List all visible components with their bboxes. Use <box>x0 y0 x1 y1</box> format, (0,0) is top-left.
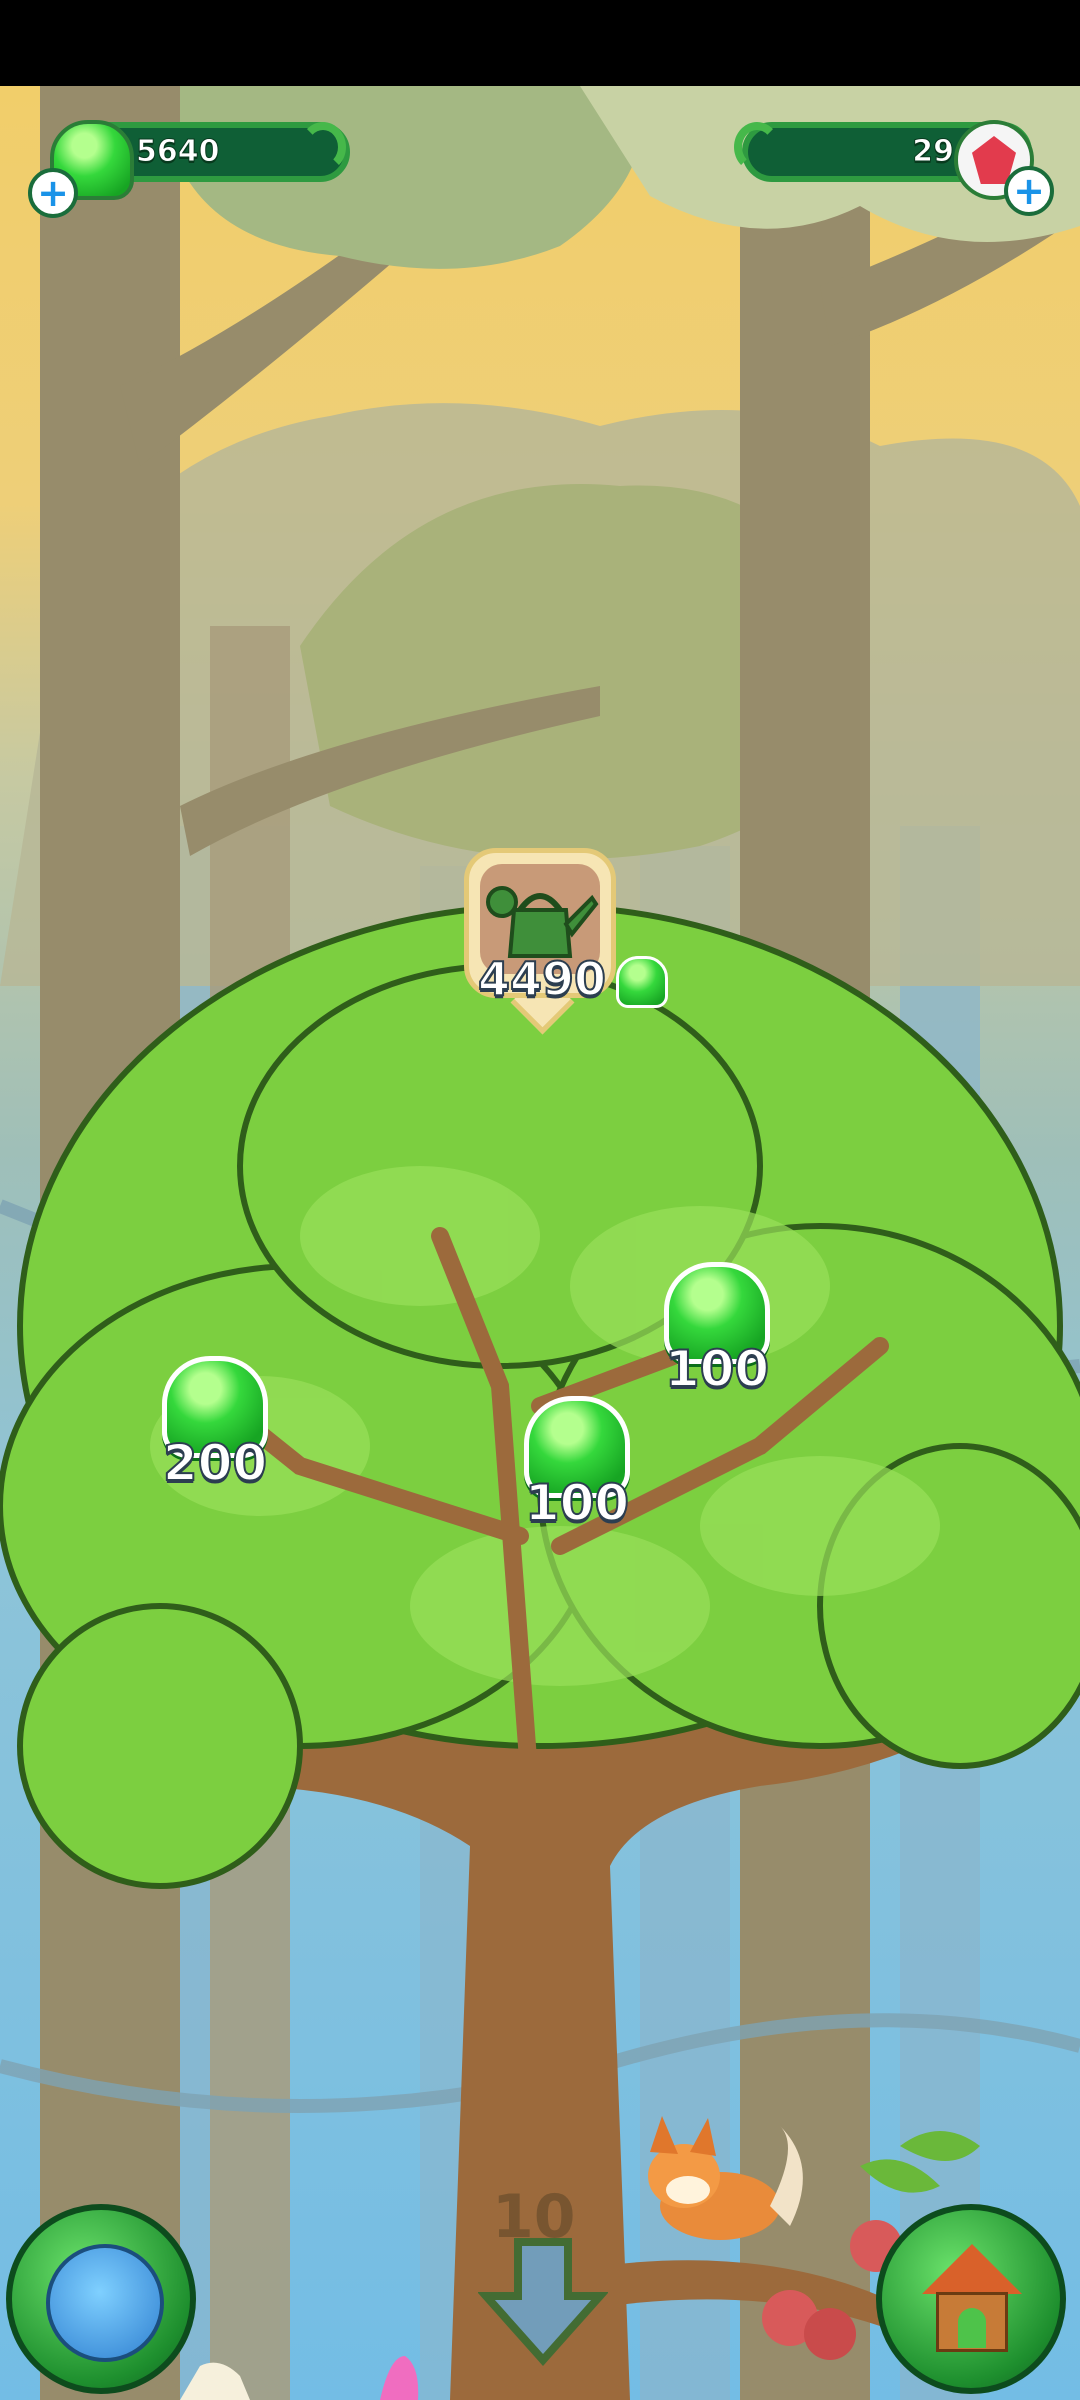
vine-icon <box>734 122 780 172</box>
watering-can-upgrade[interactable]: 4490 <box>464 848 668 1035</box>
add-gems-button[interactable]: + <box>1004 166 1054 216</box>
vine-icon <box>300 122 346 172</box>
gumdrop-reward[interactable]: 100 <box>512 1396 642 1533</box>
forest-background <box>0 86 1080 2400</box>
game-scene: 5640 + 29 + 4490 200 100 100 10 <box>0 86 1080 2400</box>
reward-value: 100 <box>524 1473 630 1533</box>
gumdrop-reward[interactable]: 200 <box>150 1356 280 1493</box>
globe-icon <box>46 2244 164 2362</box>
gumdrop-count: 5640 <box>136 134 220 170</box>
gumdrop-icon <box>616 956 668 1008</box>
down-arrow-icon[interactable] <box>477 2236 609 2367</box>
upgrade-cost: 4490 <box>477 951 607 1007</box>
reward-value: 100 <box>664 1339 770 1399</box>
add-gumdrops-button[interactable]: + <box>28 168 78 218</box>
home-button[interactable] <box>876 2204 1066 2394</box>
world-map-button[interactable] <box>6 2204 196 2394</box>
reward-value: 200 <box>162 1433 268 1493</box>
house-icon <box>922 2244 1022 2354</box>
gumdrop-reward[interactable]: 100 <box>652 1262 782 1399</box>
gem-count: 29 <box>912 134 955 170</box>
